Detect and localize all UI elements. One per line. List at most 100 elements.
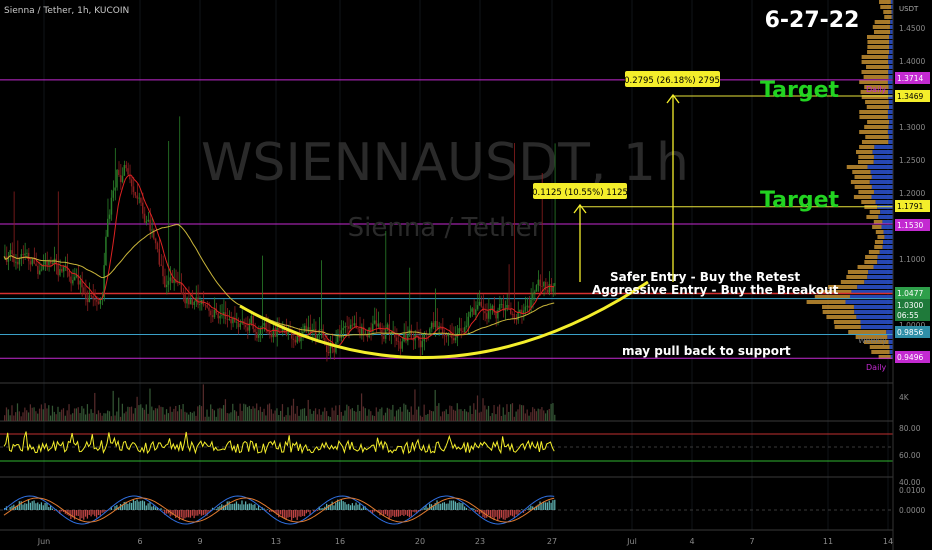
- volume-bar: [160, 406, 162, 421]
- macd-histogram-bar: [204, 510, 206, 515]
- candle-body: [199, 304, 201, 305]
- volume-profile-bar: [868, 270, 893, 274]
- volume-bar: [517, 409, 519, 421]
- candle-body: [340, 330, 343, 338]
- volume-bar: [191, 412, 193, 421]
- volume-bar: [300, 409, 302, 421]
- volume-profile-bar: [864, 260, 878, 264]
- candle-body: [250, 315, 252, 324]
- candle-body: [105, 236, 107, 266]
- volume-profile-bar: [822, 305, 854, 309]
- volume-bar: [478, 412, 480, 421]
- volume-profile-bar: [874, 20, 891, 24]
- macd-histogram-bar: [316, 510, 319, 511]
- volume-profile-bar: [859, 115, 888, 119]
- macd-histogram-bar: [84, 510, 87, 517]
- candle-body: [57, 264, 59, 276]
- macd-histogram-bar: [386, 510, 388, 516]
- volume-profile-bar: [880, 5, 892, 9]
- candle-body: [401, 341, 403, 349]
- volume-bar: [511, 403, 514, 421]
- macd-histogram-bar: [37, 502, 39, 510]
- candle-body: [35, 263, 37, 266]
- macd-histogram-bar: [278, 510, 280, 518]
- volume-bar: [528, 415, 530, 421]
- candle-body: [31, 258, 34, 265]
- macd-histogram-bar: [33, 500, 35, 510]
- macd-histogram-bar: [451, 500, 453, 510]
- candle-body: [119, 175, 122, 183]
- candle-body: [173, 279, 175, 283]
- candle-body: [430, 322, 433, 329]
- volume-profile-bar: [826, 315, 857, 319]
- candle-body: [471, 308, 473, 312]
- macd-histogram-bar: [303, 510, 306, 517]
- candle-body: [368, 327, 370, 338]
- volume-profile-bar: [879, 250, 893, 254]
- candle-body: [397, 341, 400, 342]
- volume-bar: [508, 411, 510, 421]
- volume-bar: [92, 412, 94, 421]
- volume-bar: [50, 415, 52, 421]
- volume-bar: [75, 408, 77, 421]
- volume-profile-bar: [852, 170, 871, 174]
- macd-histogram-bar: [552, 500, 554, 510]
- macd-histogram-bar: [26, 503, 28, 510]
- volume-profile-bar: [882, 220, 893, 224]
- macd-histogram-bar: [359, 503, 361, 510]
- candle-body: [46, 260, 48, 266]
- candle-body: [138, 197, 140, 199]
- watermark-pair: Sienna / Tether: [348, 213, 543, 243]
- macd-histogram-bar: [27, 499, 30, 510]
- candle-body: [524, 306, 527, 311]
- macd-histogram-bar: [360, 508, 363, 510]
- volume-bar: [313, 410, 315, 421]
- volume-bar: [337, 415, 339, 421]
- volume-bar: [224, 399, 227, 421]
- volume-bar: [395, 410, 398, 421]
- volume-profile-bar: [861, 70, 889, 74]
- candle-body: [458, 328, 460, 334]
- volume-bar: [491, 413, 493, 421]
- volume-bar: [81, 406, 83, 421]
- candle-body: [88, 295, 91, 303]
- volume-bar: [351, 408, 353, 421]
- macd-histogram-bar: [230, 504, 232, 510]
- price-tag-label: 1.3469: [897, 92, 923, 101]
- candle-body: [533, 291, 536, 294]
- macd-histogram-bar: [267, 509, 269, 510]
- macd-histogram-bar: [239, 504, 241, 510]
- candle-body: [554, 282, 556, 287]
- volume-bar: [256, 403, 258, 421]
- volume-bar: [72, 413, 74, 421]
- volume-bar: [164, 414, 166, 421]
- macd-histogram-bar: [395, 510, 398, 517]
- volume-profile-bar: [867, 40, 890, 44]
- candle-body: [165, 284, 168, 288]
- volume-profile-bar: [888, 65, 893, 69]
- volume-profile-bar: [867, 35, 890, 39]
- volume-bar: [208, 416, 210, 421]
- candle-body: [486, 313, 488, 319]
- macd-histogram-bar: [530, 505, 532, 510]
- volume-bar: [441, 411, 444, 421]
- volume-bar: [504, 414, 506, 421]
- volume-bar: [498, 404, 501, 421]
- price-tag-label: 06:55: [897, 311, 919, 320]
- macd-histogram-bar: [232, 503, 234, 510]
- volume-bar: [151, 406, 153, 421]
- volume-bar: [125, 411, 127, 421]
- candle-body: [344, 326, 346, 328]
- candle-body: [167, 280, 170, 285]
- volume-profile-bar: [861, 55, 889, 59]
- candle-body: [484, 311, 486, 314]
- volume-bar: [480, 411, 482, 421]
- macd-histogram-bar: [129, 502, 131, 510]
- volume-profile-bar: [822, 310, 855, 314]
- volume-bar: [26, 410, 28, 421]
- macd-histogram-bar: [35, 503, 37, 510]
- macd-histogram-bar: [300, 510, 302, 517]
- volume-bar: [447, 414, 449, 421]
- macd-histogram-bar: [353, 505, 355, 510]
- candle-body: [296, 335, 298, 343]
